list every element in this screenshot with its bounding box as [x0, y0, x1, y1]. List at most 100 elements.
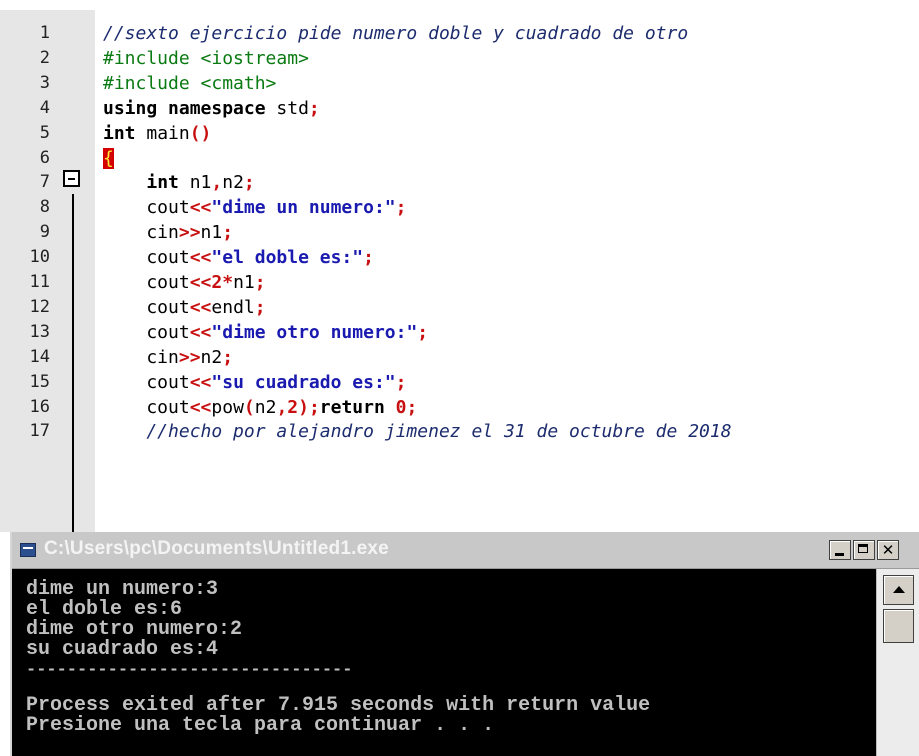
code-line[interactable]: 5 int main() [0, 121, 919, 146]
line-number: 9 [39, 222, 50, 243]
code-token: cin [103, 222, 179, 244]
code-token: << [189, 197, 212, 219]
code-line[interactable]: 6{ [0, 146, 919, 171]
code-line[interactable]: 10 cout<<"el doble es:"; [0, 245, 919, 270]
code-editor[interactable]: 1 //sexto ejercicio pide numero doble y c… [0, 0, 919, 532]
code-token: "dime otro numero:" [211, 321, 418, 343]
code-token: std [265, 97, 309, 119]
maximize-button[interactable] [853, 540, 875, 560]
code-text: cout<<"su cuadrado es:"; [103, 370, 406, 395]
console-output-line: Process exited after 7.915 seconds with … [26, 694, 651, 717]
code-token: cout [103, 396, 190, 418]
code-token: n1 [233, 272, 255, 293]
code-text: //hecho por alejandro jimenez el 31 de o… [103, 419, 732, 444]
close-button[interactable]: ✕ [877, 540, 899, 560]
code-token: , [211, 172, 223, 194]
line-number: 7 [39, 172, 50, 193]
code-text: int main() [103, 121, 211, 146]
code-token: #include <iostream> [103, 47, 309, 69]
code-token: cin [103, 346, 179, 368]
code-line[interactable]: 1 //sexto ejercicio pide numero doble y c… [0, 21, 919, 46]
code-text: cout<<"dime un numero:"; [103, 195, 406, 220]
code-token: cout [103, 197, 190, 219]
close-icon: ✕ [881, 541, 895, 559]
code-text: cout<<pow(n2,2);return 0; [103, 395, 417, 420]
code-token: return [319, 396, 385, 418]
code-text: using namespace std; [103, 96, 320, 121]
line-number: 5 [39, 122, 50, 143]
code-token: pow [211, 396, 244, 418]
line-number: 10 [29, 247, 50, 268]
code-text: cin>>n2; [103, 345, 233, 370]
code-token: main [135, 122, 190, 144]
code-line[interactable]: 9 cin>>n1; [0, 220, 919, 245]
scroll-up-button[interactable] [883, 575, 914, 605]
code-token: ; [395, 197, 407, 219]
code-token: << [189, 371, 212, 393]
code-token: << [189, 321, 212, 343]
scroll-thumb[interactable] [883, 609, 914, 643]
console-output[interactable]: dime un numero:3 el doble es:6 dime otro… [12, 569, 876, 756]
code-token: n2 [222, 172, 244, 194]
code-token: >> [178, 346, 201, 368]
code-line[interactable]: 17 //hecho por alejandro jimenez el 31 d… [0, 419, 919, 444]
code-line[interactable]: 7 int n1,n2; [0, 170, 919, 195]
console-title-bar[interactable]: C:\Users\pc\Documents\Untitled1.exe ✕ [12, 532, 919, 569]
line-number: 8 [39, 197, 50, 218]
code-text: cout<<2*n1; [103, 270, 265, 295]
code-line[interactable]: 14 cin>>n2; [0, 345, 919, 370]
code-token: #include <cmath> [103, 72, 277, 94]
code-line[interactable]: 4 using namespace std; [0, 96, 919, 121]
code-token: //hecho por alejandro jimenez el 31 de o… [103, 421, 732, 443]
code-line[interactable]: 16 cout<<pow(n2,2);return 0; [0, 395, 919, 420]
code-line[interactable]: 15 cout<<"su cuadrado es:"; [0, 370, 919, 395]
code-line[interactable]: 2 #include <iostream> [0, 46, 919, 71]
code-token: << [189, 396, 212, 418]
code-token: ; [222, 222, 234, 244]
code-token: ; [417, 321, 429, 343]
code-token: cout [103, 296, 190, 318]
code-token: n1 [200, 222, 223, 244]
code-text: //sexto ejercicio pide numero doble y cu… [103, 21, 688, 46]
code-token: using namespace [103, 97, 266, 119]
console-separator-line: -------------------------------- [26, 661, 353, 680]
code-token: n1 [178, 172, 212, 194]
line-number: 14 [29, 346, 50, 367]
code-line[interactable]: 3 #include <cmath> [0, 71, 919, 96]
line-number: 6 [39, 147, 50, 168]
code-text: #include <cmath> [103, 71, 276, 96]
code-text: cin>>n1; [103, 220, 233, 245]
code-line[interactable]: 11 cout<<2*n1; [0, 270, 919, 295]
code-token: ; [308, 97, 320, 119]
code-token: int [103, 122, 136, 144]
code-line[interactable]: 12 cout<<endl; [0, 295, 919, 320]
console-window-title: C:\Users\pc\Documents\Untitled1.exe [44, 538, 389, 559]
minimize-button[interactable] [829, 540, 851, 560]
console-app-icon[interactable] [20, 543, 36, 557]
code-token: cout [103, 272, 190, 293]
code-token: ( [243, 396, 255, 418]
code-line[interactable]: 13 cout<<"dime otro numero:"; [0, 320, 919, 345]
line-number: 2 [39, 47, 50, 68]
code-text: cout<<"dime otro numero:"; [103, 320, 428, 345]
code-line[interactable]: 8 cout<<"dime un numero:"; [0, 195, 919, 220]
console-output-line: dime otro numero:2 [26, 618, 243, 641]
code-token: "el doble es:" [211, 247, 364, 269]
code-token: ; [243, 172, 255, 194]
editor-top-strip [95, 0, 919, 10]
code-token: ; [254, 296, 266, 318]
code-token: ; [395, 371, 407, 393]
code-text: #include <iostream> [103, 46, 309, 71]
line-number: 12 [29, 296, 50, 317]
line-number: 16 [29, 396, 50, 417]
line-number: 11 [29, 272, 50, 292]
line-number: 4 [39, 97, 50, 118]
code-token: cout [103, 321, 190, 343]
code-text: cout<<"el doble es:"; [103, 245, 374, 270]
code-text: cout<<endl; [103, 295, 266, 320]
vertical-scrollbar[interactable] [876, 569, 919, 756]
code-text: { [103, 146, 114, 171]
console-window[interactable]: C:\Users\pc\Documents\Untitled1.exe ✕ di… [10, 532, 919, 756]
code-token: ,2); [276, 396, 320, 418]
